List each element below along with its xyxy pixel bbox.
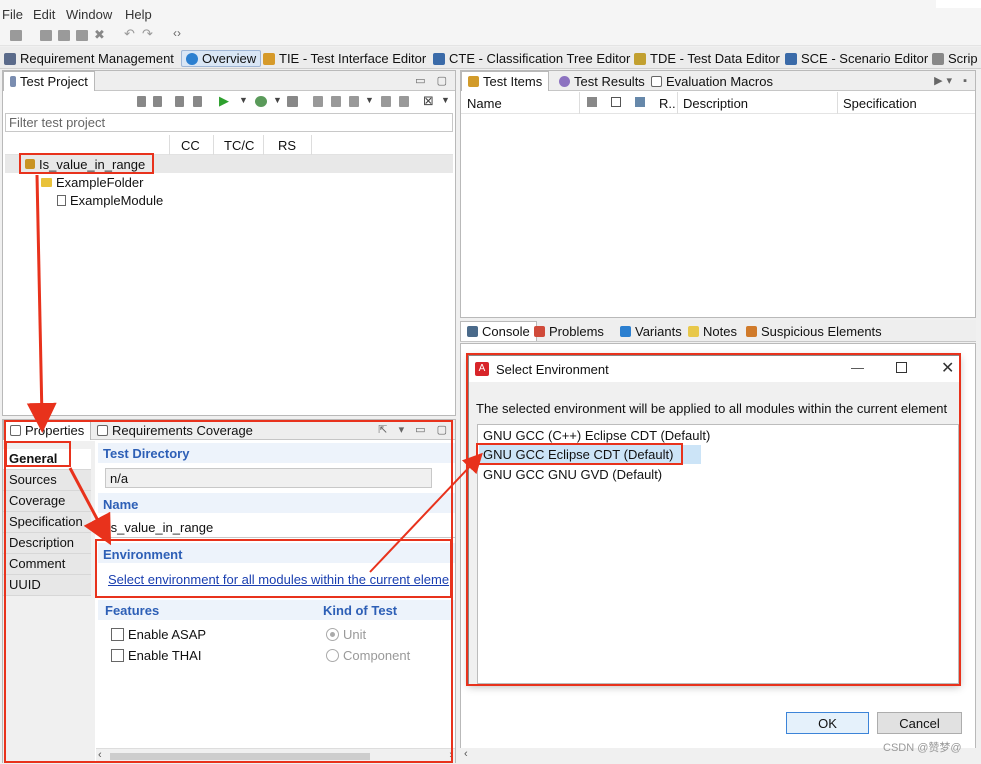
arrow-environment-to-dialog (369, 452, 483, 573)
arrow-tree-to-properties (26, 174, 57, 433)
watermark: CSDN @赞梦@ (883, 742, 962, 754)
arrow-general-to-environment (68, 467, 112, 546)
annotation-arrows (26, 174, 483, 573)
